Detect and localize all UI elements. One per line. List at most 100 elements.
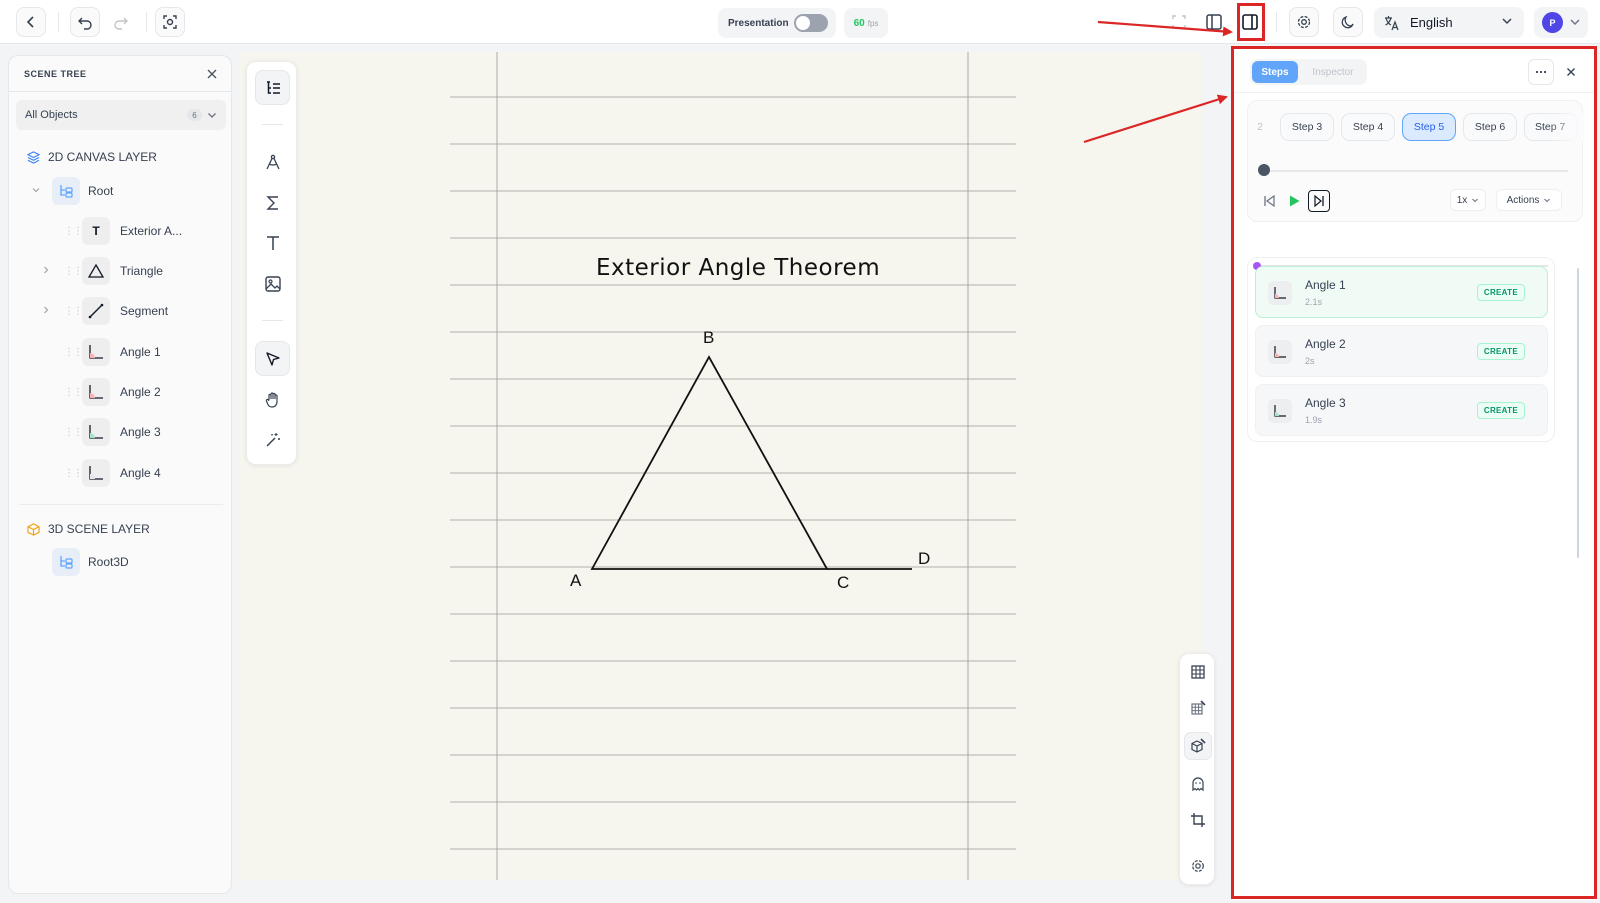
pan-tool-button[interactable] [255, 382, 290, 417]
tree-item-angle-4[interactable]: ⋮⋮ Angle 4 [9, 455, 233, 491]
canvas-options-palette [1179, 653, 1215, 885]
tree-item-label: Exterior A... [120, 224, 183, 238]
chevron-left-icon [26, 16, 34, 28]
language-select[interactable]: English [1374, 7, 1524, 38]
layer-2d-label: 2D CANVAS LAYER [48, 150, 157, 164]
left-panel-toggle-button[interactable] [1199, 7, 1229, 37]
annotation-box-steps-panel [1231, 46, 1597, 899]
point-label-a[interactable]: A [570, 571, 581, 591]
chevron-down-icon[interactable] [31, 184, 41, 198]
compass-tool-button[interactable] [255, 144, 290, 179]
top-bar: Presentation 60 fps English P [0, 0, 1600, 44]
toggle-knob [796, 16, 810, 30]
undo-icon [78, 17, 92, 30]
annotation-box-panel-toggle [1237, 3, 1265, 41]
canvas-title-text[interactable]: Exterior Angle Theorem [596, 255, 880, 281]
drag-handle-icon[interactable]: ⋮⋮ [64, 226, 83, 237]
grid-magnet-icon [1191, 700, 1206, 715]
chevron-down-icon [1570, 19, 1580, 25]
sigma-icon [265, 195, 278, 210]
magic-tool-button[interactable] [255, 422, 290, 457]
divider [146, 12, 147, 32]
tree-item-label: Angle 2 [120, 385, 161, 399]
redo-button[interactable] [106, 7, 136, 37]
grid-button[interactable] [1184, 658, 1212, 686]
drag-handle-icon[interactable]: ⋮⋮ [64, 306, 83, 317]
object-count-badge: 6 [187, 109, 202, 121]
chevron-right-icon[interactable] [41, 304, 51, 318]
drag-handle-icon[interactable]: ⋮⋮ [64, 387, 83, 398]
tree-item-root[interactable]: Root [9, 173, 233, 209]
chevron-right-icon[interactable] [41, 264, 51, 278]
angle-icon [82, 459, 110, 487]
tree-item-root3d[interactable]: Root3D [9, 544, 233, 580]
layer-3d-header[interactable]: 3D SCENE LAYER [27, 522, 150, 536]
divider [58, 12, 59, 32]
crop-icon [1191, 813, 1205, 827]
select-tool-button[interactable] [255, 341, 290, 376]
presentation-toggle[interactable] [794, 14, 828, 32]
scene-tree-header: SCENE TREE [9, 56, 231, 92]
point-label-d[interactable]: D [918, 549, 930, 569]
tree-item-angle-1[interactable]: ⋮⋮ Angle 1 [9, 334, 233, 370]
text-tool-button[interactable] [255, 225, 290, 260]
filter-label: All Objects [25, 109, 78, 121]
undo-button[interactable] [70, 7, 100, 37]
angle-icon [82, 338, 110, 366]
redo-icon [114, 17, 128, 30]
canvas-settings-button[interactable] [1184, 852, 1212, 880]
compass-icon [265, 154, 280, 169]
tree-item-label: Root3D [88, 555, 129, 569]
grid-icon [1191, 665, 1205, 679]
divider [262, 124, 283, 125]
close-icon[interactable] [203, 65, 221, 83]
image-tool-button[interactable] [255, 266, 290, 301]
panel-left-icon [1206, 14, 1222, 30]
drawing-canvas[interactable]: Exterior Angle Theorem B A C D [240, 52, 1202, 880]
scene-tree-title: SCENE TREE [24, 69, 87, 79]
cube-icon [27, 522, 40, 536]
tree-item-label: Segment [120, 304, 169, 318]
layer-2d-header[interactable]: 2D CANVAS LAYER [27, 150, 157, 164]
language-label: English [1410, 15, 1453, 30]
theme-toggle-button[interactable] [1333, 7, 1363, 37]
back-button[interactable] [16, 7, 46, 37]
tool-palette [246, 61, 297, 465]
image-icon [264, 275, 281, 292]
tree-item-label: Triangle [120, 264, 163, 278]
formula-tool-button[interactable] [255, 185, 290, 220]
drag-handle-icon[interactable]: ⋮⋮ [64, 468, 83, 479]
tree-item-angle-2[interactable]: ⋮⋮ Angle 2 [9, 374, 233, 410]
hierarchy-icon [52, 177, 80, 205]
magic-wand-icon [265, 432, 280, 447]
crop-button[interactable] [1184, 806, 1212, 834]
drag-handle-icon[interactable]: ⋮⋮ [64, 347, 83, 358]
tree-item-triangle[interactable]: ⋮⋮ Triangle [9, 253, 233, 289]
tree-item-segment[interactable]: ⋮⋮ Segment [9, 293, 233, 329]
hand-icon [265, 391, 278, 408]
cursor-icon [265, 351, 280, 366]
point-label-c[interactable]: C [837, 573, 849, 593]
tree-item-label: Angle 4 [120, 466, 161, 480]
scene-tree-tool-button[interactable] [255, 70, 290, 105]
object-filter-select[interactable]: All Objects 6 [16, 100, 226, 130]
point-label-b[interactable]: B [703, 328, 714, 348]
ghost-icon [1192, 777, 1204, 792]
fps-value: 60 [853, 17, 865, 29]
fps-unit: fps [867, 18, 879, 28]
tree-item-angle-3[interactable]: ⋮⋮ Angle 3 [9, 414, 233, 450]
drag-handle-icon[interactable]: ⋮⋮ [64, 427, 83, 438]
fullscreen-button[interactable] [1164, 7, 1194, 37]
tree-item-label: Angle 1 [120, 345, 161, 359]
hierarchy-icon [52, 548, 80, 576]
3d-snap-button[interactable] [1184, 732, 1212, 760]
gear-icon [1297, 15, 1311, 29]
screenshot-button[interactable] [155, 7, 185, 37]
user-menu[interactable]: P [1534, 7, 1588, 38]
snap-grid-button[interactable] [1184, 694, 1212, 722]
layers-icon [27, 150, 40, 164]
settings-button[interactable] [1289, 7, 1319, 37]
ghost-mode-button[interactable] [1184, 770, 1212, 798]
drag-handle-icon[interactable]: ⋮⋮ [64, 266, 83, 277]
tree-item-exterior-text[interactable]: ⋮⋮ T Exterior A... [9, 213, 233, 249]
